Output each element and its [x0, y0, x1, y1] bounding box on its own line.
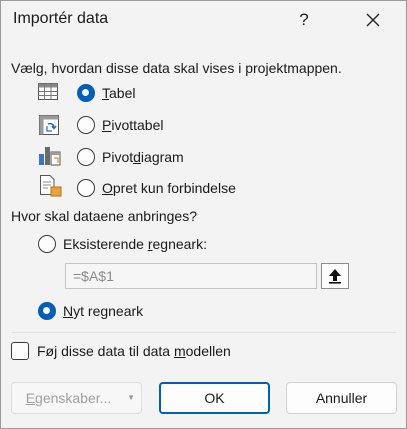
new-sheet-label: Nyt regneark	[63, 303, 144, 319]
chevron-down-icon: ▼	[127, 393, 135, 402]
location-prompt: Hvor skal dataene anbringes?	[11, 208, 198, 224]
pivottable-icon	[39, 115, 59, 135]
data-model-label: Føj disse data til data modellen	[37, 343, 231, 359]
option-pivotchart-label: Pivotdiagram	[102, 149, 184, 165]
close-button[interactable]	[358, 7, 388, 33]
radio-existing-sheet[interactable]	[38, 235, 56, 253]
dialog-title: Importér data	[13, 10, 109, 27]
cell-reference-input[interactable]: =$A$1	[65, 263, 317, 289]
display-prompt: Vælg, hvordan disse data skal vises i pr…	[11, 60, 342, 76]
existing-sheet-label: Eksisterende regneark:	[63, 236, 207, 252]
collapse-dialog-button[interactable]	[321, 263, 349, 289]
cancel-button[interactable]: Annuller	[286, 382, 397, 414]
option-pivottable-label: Pivottabel	[102, 117, 164, 133]
connection-icon	[40, 175, 62, 197]
properties-button[interactable]: Egenskaber... ▼	[11, 382, 142, 414]
option-connection-label: Opret kun forbindelse	[102, 180, 236, 196]
collapse-arrow-icon	[329, 269, 341, 284]
separator	[12, 332, 396, 333]
close-icon	[366, 13, 380, 27]
data-model-checkbox[interactable]	[11, 342, 29, 360]
radio-new-sheet[interactable]	[38, 302, 56, 320]
ok-button[interactable]: OK	[159, 382, 270, 414]
radio-connection-only[interactable]	[77, 179, 95, 197]
radio-table[interactable]	[77, 84, 95, 102]
radio-pivotchart[interactable]	[77, 148, 95, 166]
pivotchart-icon	[39, 147, 61, 166]
option-table-label: Tabel	[102, 85, 136, 101]
import-data-dialog: Importér data ? Vælg, hvordan disse data…	[0, 0, 407, 429]
table-icon	[38, 83, 58, 100]
help-button[interactable]: ?	[291, 7, 317, 33]
cell-reference-value: =$A$1	[73, 268, 114, 284]
radio-pivottable[interactable]	[77, 116, 95, 134]
